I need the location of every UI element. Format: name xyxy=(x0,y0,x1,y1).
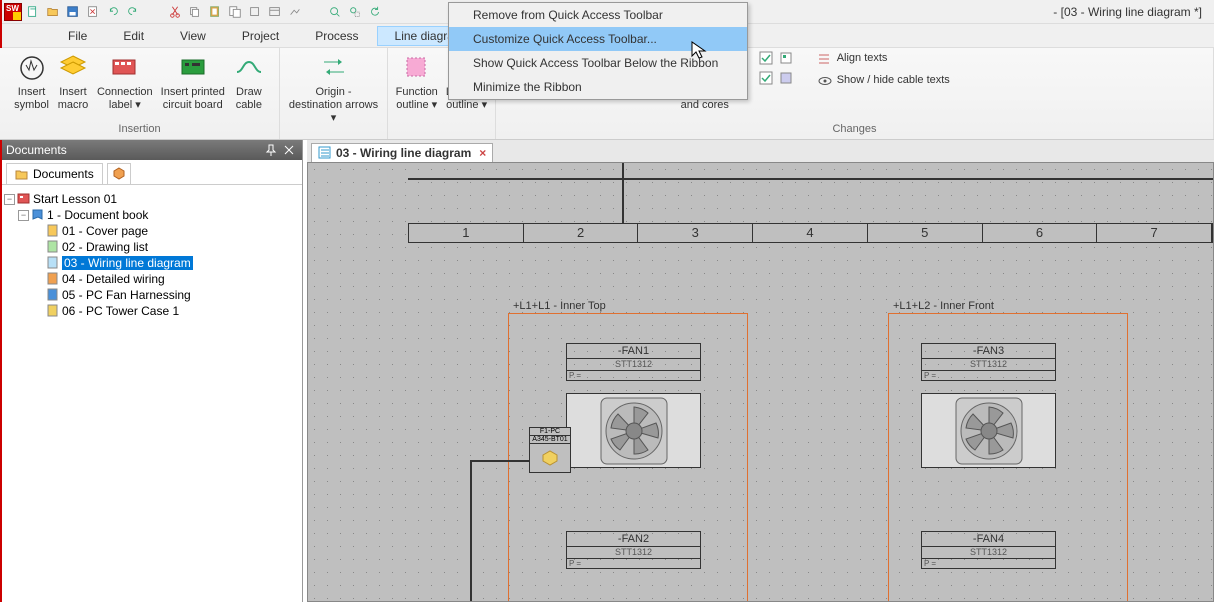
component-fan1[interactable]: -FAN1 STT1312 P = xyxy=(566,343,701,468)
context-menu-item[interactable]: Customize Quick Access Toolbar... xyxy=(449,27,747,51)
tree-root[interactable]: − Start Lesson 01 xyxy=(4,191,298,207)
wire xyxy=(470,460,529,462)
wire xyxy=(470,460,472,602)
menu-project[interactable]: Project xyxy=(224,26,297,46)
small-component[interactable]: F1-PC A345-BT01 xyxy=(529,427,571,473)
column-cell: 1 xyxy=(409,224,524,242)
qat-cut-icon[interactable] xyxy=(166,3,184,21)
close-panel-icon[interactable] xyxy=(282,143,296,157)
qat-generic2-icon[interactable] xyxy=(266,3,284,21)
collapse-icon[interactable]: − xyxy=(4,194,15,205)
tree-page[interactable]: 06 - PC Tower Case 1 xyxy=(4,303,298,319)
column-cell: 5 xyxy=(868,224,983,242)
fan-image xyxy=(566,393,701,468)
menu-view[interactable]: View xyxy=(162,26,224,46)
qat-save-icon[interactable] xyxy=(64,3,82,21)
column-cell: 7 xyxy=(1097,224,1212,242)
qat-pastespecial-icon[interactable] xyxy=(226,3,244,21)
close-tab-icon[interactable]: × xyxy=(479,146,486,160)
column-ruler: 1234567 xyxy=(408,223,1213,243)
qat-close-icon[interactable] xyxy=(84,3,102,21)
function-outline-button[interactable]: Functionoutline ▾ xyxy=(392,50,442,114)
qat-zoom-icon[interactable] xyxy=(326,3,344,21)
qat-undo-icon[interactable] xyxy=(104,3,122,21)
component-fan3[interactable]: -FAN3 STT1312 P = xyxy=(921,343,1056,468)
qat-open-icon[interactable] xyxy=(44,3,62,21)
insert-pcb-button[interactable]: Insert printedcircuit board xyxy=(157,50,229,114)
menu-process[interactable]: Process xyxy=(297,26,376,46)
component-fan4[interactable]: -FAN4 STT1312 P = xyxy=(921,531,1056,569)
wiring-icon xyxy=(318,146,332,160)
documents-panel-title: Documents xyxy=(6,143,67,157)
app-icon xyxy=(4,3,22,21)
tree-book[interactable]: − 1 - Document book xyxy=(4,207,298,223)
context-menu-item[interactable]: Show Quick Access Toolbar Below the Ribb… xyxy=(449,51,747,75)
drawing-canvas[interactable]: 1234567 +L1+L1 - Inner Top +L1+L2 - Inne… xyxy=(307,162,1214,602)
checkbox-row-2[interactable] xyxy=(755,70,799,88)
tree-page[interactable]: 04 - Detailed wiring xyxy=(4,271,298,287)
qat-copy-icon[interactable] xyxy=(186,3,204,21)
components-tab[interactable] xyxy=(107,163,131,184)
draw-cable-button[interactable]: Drawcable xyxy=(229,50,269,114)
fan-image xyxy=(921,393,1056,468)
connection-label-button[interactable]: Connectionlabel ▾ xyxy=(93,50,157,114)
insert-symbol-button[interactable]: Insertsymbol xyxy=(10,50,53,114)
documents-tab[interactable]: Documents xyxy=(6,163,103,184)
column-cell: 3 xyxy=(638,224,753,242)
book-icon xyxy=(31,208,45,222)
qat-refresh-icon[interactable] xyxy=(366,3,384,21)
component-fan2[interactable]: -FAN2 STT1312 P = xyxy=(566,531,701,569)
tree-page[interactable]: 02 - Drawing list xyxy=(4,239,298,255)
document-tab[interactable]: 03 - Wiring line diagram × xyxy=(311,143,493,162)
align-texts-button[interactable]: Align texts xyxy=(813,50,954,68)
folder-icon xyxy=(15,167,29,181)
checkbox-row[interactable] xyxy=(755,50,799,68)
context-menu-item[interactable]: Minimize the Ribbon xyxy=(449,75,747,99)
cube-icon xyxy=(112,167,126,181)
menu-file[interactable]: File xyxy=(50,26,105,46)
qat-paste-icon[interactable] xyxy=(206,3,224,21)
column-cell: 2 xyxy=(524,224,639,242)
qat-new-icon[interactable] xyxy=(24,3,42,21)
project-icon xyxy=(17,192,31,206)
tree-page[interactable]: 03 - Wiring line diagram xyxy=(4,255,298,271)
document-tree: − Start Lesson 01 − 1 - Document book 01… xyxy=(0,185,302,602)
qat-generic1-icon[interactable] xyxy=(246,3,264,21)
origin-destination-button[interactable]: Origin -destination arrows ▾ xyxy=(284,50,384,128)
insert-macro-button[interactable]: Insertmacro xyxy=(53,50,93,114)
qat-redo-icon[interactable] xyxy=(124,3,142,21)
collapse-icon[interactable]: − xyxy=(18,210,29,221)
pin-icon[interactable] xyxy=(264,143,278,157)
tree-page[interactable]: 01 - Cover page xyxy=(4,223,298,239)
column-cell: 4 xyxy=(753,224,868,242)
show-hide-cable-texts-button[interactable]: Show / hide cable texts xyxy=(813,72,954,90)
qat-context-menu: Remove from Quick Access ToolbarCustomiz… xyxy=(448,2,748,100)
qat-generic3-icon[interactable] xyxy=(286,3,304,21)
document-tab-bar: 03 - Wiring line diagram × xyxy=(307,140,1214,162)
column-cell: 6 xyxy=(983,224,1098,242)
menu-edit[interactable]: Edit xyxy=(105,26,162,46)
documents-panel: Documents Documents − Start Lesson 01 − xyxy=(0,140,303,602)
window-title: - [03 - Wiring line diagram *] xyxy=(1053,5,1210,19)
documents-panel-header: Documents xyxy=(0,140,302,160)
context-menu-item[interactable]: Remove from Quick Access Toolbar xyxy=(449,3,747,27)
tree-page[interactable]: 05 - PC Fan Harnessing xyxy=(4,287,298,303)
qat-zoomarea-icon[interactable] xyxy=(346,3,364,21)
